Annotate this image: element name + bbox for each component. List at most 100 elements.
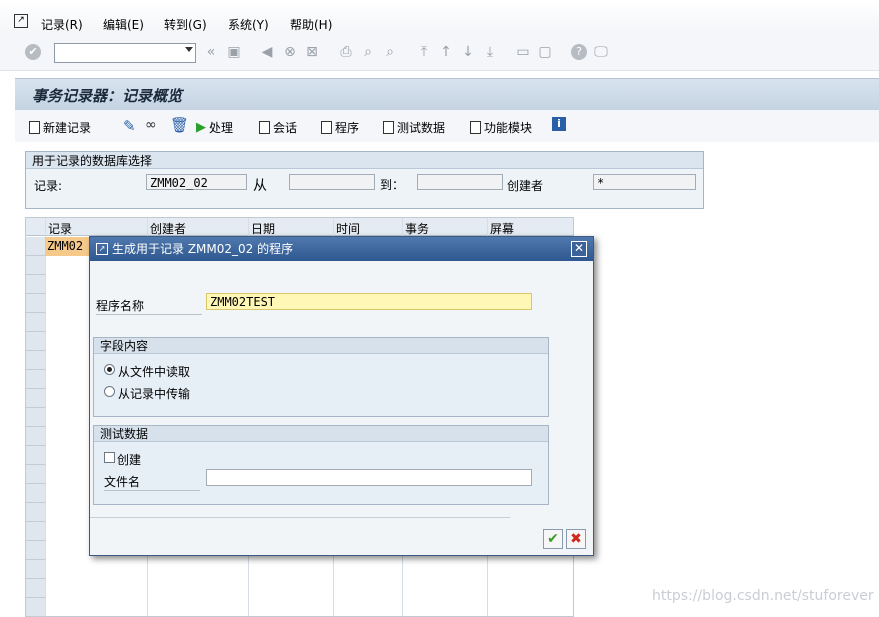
- row-selector[interactable]: [26, 237, 45, 256]
- info-icon[interactable]: i: [552, 117, 566, 131]
- function-module-button[interactable]: 功能模块: [470, 119, 532, 136]
- row-selector[interactable]: [26, 484, 45, 503]
- creator-field[interactable]: *: [593, 174, 696, 190]
- row-selector[interactable]: [26, 522, 45, 541]
- new-session-icon[interactable]: ▭: [515, 44, 531, 60]
- document-icon: [259, 121, 270, 134]
- transfer-from-record-radio[interactable]: [104, 386, 115, 397]
- creator-label: 创建者: [507, 179, 544, 193]
- row-selector[interactable]: [26, 541, 45, 560]
- row-selector[interactable]: [26, 351, 45, 370]
- glasses-icon[interactable]: ∞: [145, 117, 157, 133]
- menu-icon[interactable]: ↗: [14, 14, 28, 28]
- row-selector[interactable]: [26, 503, 45, 522]
- last-page-icon[interactable]: ⤓: [482, 44, 498, 60]
- menu-help[interactable]: 帮助(H): [290, 16, 332, 33]
- row-selector[interactable]: [26, 446, 45, 465]
- column-header-time[interactable]: 时间: [333, 218, 402, 236]
- generate-program-dialog: ↗ 生成用于记录 ZMM02_02 的程序 ✕ 程序名称 ZMM02TEST 字…: [89, 236, 594, 556]
- prev-page-icon[interactable]: ↑: [438, 44, 454, 60]
- row-selector[interactable]: [26, 256, 45, 275]
- enter-icon[interactable]: ✔: [25, 44, 41, 60]
- to-label: 到：: [380, 178, 405, 192]
- row-selector[interactable]: [26, 389, 45, 408]
- trash-icon[interactable]: 🗑: [170, 116, 189, 134]
- column-header-record[interactable]: 记录: [45, 218, 147, 236]
- dialog-footer-divider: [90, 517, 510, 518]
- new-record-button[interactable]: 新建记录: [29, 119, 91, 136]
- back-arrows-icon[interactable]: «: [203, 44, 219, 60]
- column-divider: [45, 218, 46, 616]
- row-selector[interactable]: [26, 370, 45, 389]
- row-selector[interactable]: [26, 560, 45, 579]
- row-selector[interactable]: [26, 579, 45, 598]
- database-selection-group: 用于记录的数据库选择 记录: ZMM02_02 从 到： 创建者 *: [25, 151, 704, 209]
- application-toolbar: 新建记录 ✎ ∞ 🗑 ▶ 处理 会话 程序 测试数据 功能模块 i: [15, 110, 879, 142]
- chevron-down-icon[interactable]: [185, 47, 193, 52]
- document-icon: [383, 121, 394, 134]
- row-selector[interactable]: [26, 332, 45, 351]
- from-label: 从: [253, 178, 267, 194]
- program-name-input[interactable]: ZMM02TEST: [206, 293, 532, 310]
- exit-icon[interactable]: ⊗: [282, 44, 298, 60]
- column-header-screen[interactable]: 屏幕: [487, 218, 573, 236]
- function-module-label: 功能模块: [484, 121, 533, 135]
- menu-system[interactable]: 系统(Y): [228, 16, 269, 33]
- find-next-icon[interactable]: ⌕: [382, 44, 398, 60]
- from-field[interactable]: [289, 174, 375, 190]
- screen-title-bar: 事务记录器：记录概览: [15, 78, 879, 111]
- process-label: 处理: [209, 121, 234, 135]
- read-from-file-radio[interactable]: [104, 364, 115, 375]
- find-icon[interactable]: ⌕: [360, 44, 376, 60]
- next-page-icon[interactable]: ↓: [460, 44, 476, 60]
- create-label[interactable]: 创建: [117, 451, 141, 468]
- document-icon: [29, 121, 40, 134]
- read-from-file-label[interactable]: 从文件中读取: [118, 363, 190, 380]
- command-field[interactable]: [54, 43, 196, 63]
- program-button[interactable]: 程序: [321, 119, 359, 136]
- row-selector[interactable]: [26, 465, 45, 484]
- page-title: 事务记录器：记录概览: [32, 87, 183, 105]
- row-selector[interactable]: [26, 294, 45, 313]
- row-selector[interactable]: [26, 598, 45, 617]
- process-button[interactable]: ▶ 处理: [196, 119, 233, 136]
- program-label: 程序: [335, 121, 360, 135]
- back-icon[interactable]: ◀: [259, 44, 275, 60]
- create-checkbox[interactable]: [104, 452, 115, 463]
- row-selector[interactable]: [26, 408, 45, 427]
- field-content-group: 字段内容 从文件中读取 从记录中传输: [93, 337, 549, 417]
- pencil-icon[interactable]: ✎: [123, 117, 136, 135]
- column-header-transaction[interactable]: 事务: [402, 218, 487, 236]
- column-header-date[interactable]: 日期: [248, 218, 333, 236]
- document-icon: [321, 121, 332, 134]
- filename-input[interactable]: [206, 469, 532, 486]
- play-icon: ▶: [196, 120, 206, 135]
- selection-header: 用于记录的数据库选择: [26, 152, 703, 169]
- field-content-header: 字段内容: [94, 338, 548, 354]
- row-selector[interactable]: [26, 427, 45, 446]
- help-icon[interactable]: ?: [571, 44, 587, 60]
- menu-edit[interactable]: 编辑(E): [103, 16, 144, 33]
- dialog-title: 生成用于记录 ZMM02_02 的程序: [112, 242, 294, 256]
- menu-record[interactable]: 记录(R): [41, 16, 83, 33]
- record-field[interactable]: ZMM02_02: [146, 174, 247, 190]
- filename-label: 文件名: [104, 473, 200, 491]
- first-page-icon[interactable]: ⤒: [416, 44, 432, 60]
- cancel-button[interactable]: ✖: [566, 529, 586, 549]
- session-button[interactable]: 会话: [259, 119, 297, 136]
- cancel-icon[interactable]: ⊠: [304, 44, 320, 60]
- save-icon[interactable]: ▣: [226, 44, 242, 60]
- transfer-from-record-label[interactable]: 从记录中传输: [118, 385, 190, 402]
- layout-icon[interactable]: 🖵: [593, 44, 609, 60]
- row-selector[interactable]: [26, 275, 45, 294]
- shortcut-icon[interactable]: ▢: [537, 44, 553, 60]
- column-header-creator[interactable]: 创建者: [147, 218, 248, 236]
- session-label: 会话: [273, 121, 298, 135]
- test-data-button[interactable]: 测试数据: [383, 119, 445, 136]
- menu-goto[interactable]: 转到(G): [164, 16, 207, 33]
- print-icon[interactable]: ⎙: [338, 44, 354, 60]
- confirm-button[interactable]: ✔: [543, 529, 563, 549]
- close-icon[interactable]: ✕: [571, 241, 587, 257]
- to-field[interactable]: [417, 174, 503, 190]
- row-selector[interactable]: [26, 313, 45, 332]
